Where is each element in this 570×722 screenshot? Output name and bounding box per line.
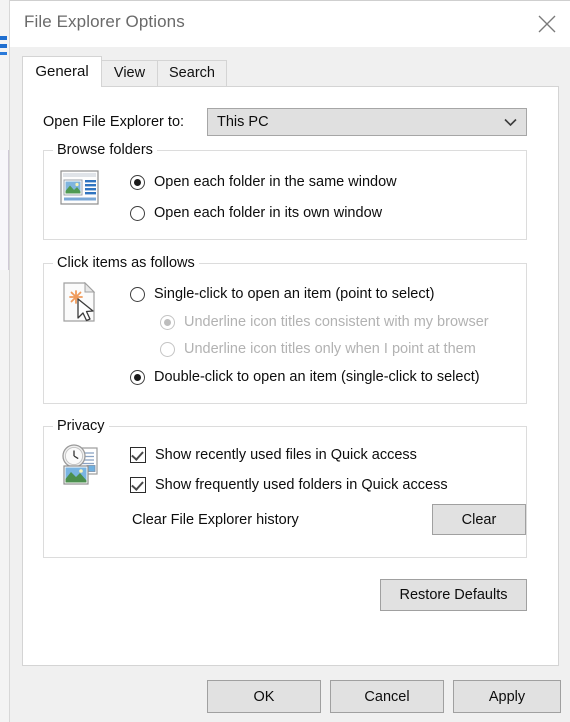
dialog-window: File Explorer Options General View Searc… [10,0,570,722]
radio-own-window-control [130,205,145,221]
general-tab-panel: Open File Explorer to: This PC Browse fo… [22,86,559,666]
open-to-combobox[interactable]: This PC [207,108,527,136]
background-accent-mark [0,36,7,40]
privacy-title: Privacy [53,418,109,434]
radio-same-window-control [130,174,145,190]
radio-same-window-label: Open each folder in the same window [154,174,397,190]
radio-own-window[interactable]: Open each folder in its own window [130,205,382,221]
click-items-group: Click items as follows Single-click to o… [43,255,527,404]
radio-underline-hover-label: Underline icon titles only when I point … [184,341,476,357]
background-window-lower-sliver [0,150,9,270]
clear-history-button[interactable]: Clear [432,504,526,535]
radio-underline-hover[interactable]: Underline icon titles only when I point … [160,341,476,357]
background-accent-mark-2 [0,44,7,48]
document-pointer-icon [63,282,96,322]
tab-general[interactable]: General [22,56,102,87]
browse-folders-group: Browse folders Open each folder in the s… [43,142,527,240]
restore-defaults-button[interactable]: Restore Defaults [380,579,527,611]
radio-double-click-label: Double-click to open an item (single-cli… [154,369,480,385]
click-items-title: Click items as follows [53,255,199,271]
ok-button[interactable]: OK [207,680,321,713]
radio-underline-hover-control [160,341,175,357]
tab-view[interactable]: View [101,60,158,87]
radio-underline-consistent-label: Underline icon titles consistent with my… [184,314,489,330]
window-preview-icon [60,170,99,205]
radio-single-click[interactable]: Single-click to open an item (point to s… [130,286,434,302]
background-window-sliver [0,0,10,722]
radio-underline-consistent[interactable]: Underline icon titles consistent with my… [160,314,489,330]
clear-history-label: Clear File Explorer history [132,512,299,528]
background-accent-mark-3 [0,52,7,55]
title-bar: File Explorer Options [10,1,570,47]
radio-single-click-control [130,286,145,302]
open-to-value: This PC [217,114,269,130]
checkbox-recent-files-control [130,447,146,463]
radio-single-click-label: Single-click to open an item (point to s… [154,286,435,302]
checkbox-frequent-folders-label: Show frequently used folders in Quick ac… [155,477,448,493]
privacy-group: Privacy Show recently used files in Quic… [43,418,527,558]
checkbox-frequent-folders[interactable]: Show frequently used folders in Quick ac… [130,477,448,493]
file-explorer-options-dialog: File Explorer Options General View Searc… [0,0,570,722]
clock-documents-icon [62,444,98,485]
radio-double-click-control [130,369,145,385]
window-title: File Explorer Options [24,12,185,31]
tab-strip: General View Search [10,47,570,87]
radio-same-window[interactable]: Open each folder in the same window [130,174,397,190]
tab-search[interactable]: Search [157,60,227,87]
cancel-button[interactable]: Cancel [330,680,444,713]
radio-underline-consistent-control [160,314,175,330]
close-icon[interactable] [524,1,570,47]
apply-button[interactable]: Apply [453,680,561,713]
open-to-label: Open File Explorer to: [43,114,185,130]
checkbox-recent-files[interactable]: Show recently used files in Quick access [130,447,417,463]
dialog-footer: OK Cancel Apply [10,667,570,722]
radio-double-click[interactable]: Double-click to open an item (single-cli… [130,369,480,385]
checkbox-recent-files-label: Show recently used files in Quick access [155,447,417,463]
radio-own-window-label: Open each folder in its own window [154,205,383,221]
close-glyph [538,15,556,33]
chevron-down-icon [504,118,517,127]
checkbox-frequent-folders-control [130,477,146,493]
browse-folders-title: Browse folders [53,142,157,158]
